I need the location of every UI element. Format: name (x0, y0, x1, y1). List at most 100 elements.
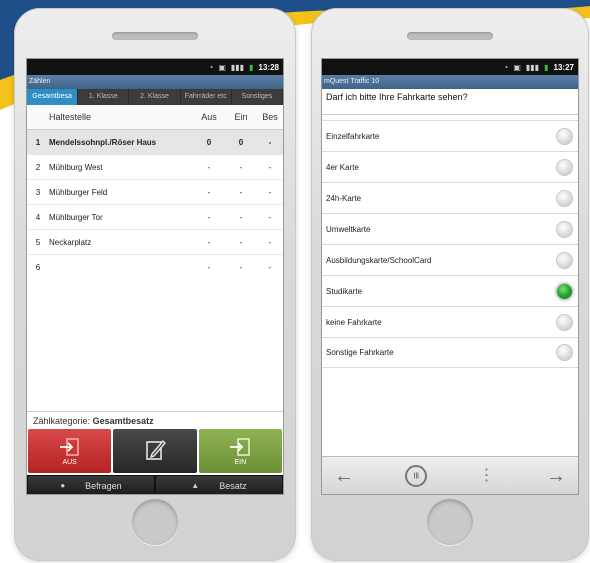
besatz-label: Besatz (219, 480, 247, 491)
option-label: Studikarte (326, 286, 363, 296)
aus-label: AUS (62, 458, 77, 466)
header-aus: Aus (201, 112, 217, 122)
screen-counting: ◔ ▣ ▮▮▮ ▮ 13:28 Zählen Gesamtbesa 1. Kla… (26, 58, 284, 495)
ein-label: EIN (234, 458, 247, 466)
sim-icon: ▣ (513, 62, 521, 72)
status-time: 13:27 (553, 62, 574, 72)
signal-icon: ▮▮▮ (525, 62, 540, 72)
table-row[interactable]: 6 - - - (27, 255, 283, 280)
option-studikarte[interactable]: Studikarte (322, 275, 578, 306)
wifi-icon: ◔ (503, 62, 509, 72)
stop-name: Mühlburger Feld (49, 187, 108, 197)
category-label: Zählkategorie: (33, 416, 91, 426)
count-category: Zählkategorie: Gesamtbesatz (27, 411, 283, 430)
back-arrow-icon[interactable]: ← (334, 466, 354, 486)
menu-dots-icon[interactable]: ⋮ (479, 467, 495, 484)
aus-button[interactable]: AUS (28, 429, 112, 473)
bes-value: - (268, 237, 272, 247)
home-button[interactable] (132, 499, 178, 545)
bes-value: - (268, 187, 272, 197)
option-label: 4er Karte (326, 162, 359, 172)
table-row[interactable]: 4 Mühlburger Tor - - - (27, 205, 283, 230)
radio-button[interactable] (557, 221, 572, 237)
home-button[interactable] (427, 499, 473, 545)
header-bes: Bes (262, 112, 278, 122)
speaker-grille (112, 32, 198, 40)
table-row[interactable]: 5 Neckarplatz - - - (27, 230, 283, 255)
option-sonstige-fahrkarte[interactable]: Sonstige Fahrkarte (322, 337, 578, 368)
bes-value: - (268, 263, 272, 272)
besatz-button[interactable]: ▲ Besatz (156, 476, 282, 494)
option-4er-karte[interactable]: 4er Karte (322, 151, 578, 182)
status-time: 13:28 (258, 62, 279, 72)
row-number: 4 (35, 212, 41, 222)
tab-gesamtbesatz[interactable]: Gesamtbesa (27, 89, 79, 105)
radio-button[interactable] (557, 190, 572, 206)
option-label: Ausbildungskarte/SchoolCard (326, 255, 432, 265)
option-ausbildungskarte[interactable]: Ausbildungskarte/SchoolCard (322, 244, 578, 275)
aus-value: - (207, 263, 211, 272)
tab-1-klasse[interactable]: 1. Klasse (78, 89, 130, 105)
ein-value: - (239, 263, 243, 272)
option-label: Einzelfahrkarte (326, 131, 380, 141)
aus-value: - (207, 237, 211, 247)
ein-value: - (239, 212, 243, 222)
ein-value: - (239, 187, 243, 197)
ein-value: - (239, 237, 243, 247)
row-number: 5 (35, 237, 41, 247)
option-umweltkarte[interactable]: Umweltkarte (322, 213, 578, 244)
stop-name: Mendelssohnpl./Röser Haus (49, 137, 157, 147)
row-number: 3 (35, 187, 41, 197)
row-number: 2 (35, 162, 41, 172)
option-label: keine Fahrkarte (326, 317, 382, 327)
befragen-button[interactable]: ● Befragen (28, 476, 154, 494)
category-value: Gesamtbesatz (92, 416, 154, 426)
edit-button[interactable] (113, 429, 197, 473)
status-bar: ◔ ▣ ▮▮▮ ▮ 13:28 (27, 59, 283, 75)
answer-options: Einzelfahrkarte 4er Karte 24h-Karte Umwe… (322, 120, 578, 368)
table-row[interactable]: 2 Mühlburg West - - - (27, 155, 283, 180)
bes-value: - (268, 212, 272, 222)
tab-sonstiges[interactable]: Sonstiges (232, 89, 283, 105)
phone-left: ◔ ▣ ▮▮▮ ▮ 13:28 Zählen Gesamtbesa 1. Kla… (14, 8, 296, 561)
ein-button[interactable]: EIN (198, 429, 282, 473)
stop-name: Mühlburger Tor (49, 212, 103, 222)
option-label: 24h-Karte (326, 193, 362, 203)
forward-arrow-icon[interactable]: → (546, 466, 566, 486)
option-24h-karte[interactable]: 24h-Karte (322, 182, 578, 213)
battery-icon: ▮ (544, 62, 549, 72)
battery-icon: ▮ (249, 62, 254, 72)
radio-button[interactable] (557, 314, 572, 330)
option-einzelfahrkarte[interactable]: Einzelfahrkarte (322, 120, 578, 151)
option-keine-fahrkarte[interactable]: keine Fahrkarte (322, 306, 578, 337)
row-number: 6 (35, 263, 41, 272)
table-header: Haltestelle Aus Ein Bes (27, 105, 283, 130)
status-bar: ◔ ▣ ▮▮▮ ▮ 13:27 (322, 59, 578, 75)
people-icon: ▲ (191, 481, 200, 490)
speech-bubble-icon: ● (60, 481, 66, 490)
keyboard-icon[interactable]: ||| (405, 464, 428, 487)
tab-bar: Gesamtbesa 1. Klasse 2. Klasse Fahrräder… (27, 89, 283, 105)
stop-name: Mühlburg West (49, 162, 103, 172)
edit-note-icon (146, 439, 166, 460)
ein-value: - (239, 162, 243, 172)
speaker-grille (407, 32, 493, 40)
wifi-icon: ◔ (208, 62, 214, 72)
app-title: mQuest Traffic 10 (322, 75, 578, 89)
radio-button[interactable] (557, 345, 572, 360)
row-number: 1 (35, 137, 41, 147)
table-row[interactable]: 3 Mühlburger Feld - - - (27, 180, 283, 205)
radio-button[interactable] (557, 252, 572, 268)
radio-button-selected[interactable] (557, 283, 572, 299)
header-ein: Ein (234, 112, 248, 122)
tab-2-klasse[interactable]: 2. Klasse (129, 89, 181, 105)
option-label: Umweltkarte (326, 224, 371, 234)
table-row[interactable]: 1 Mendelssohnpl./Röser Haus 0 0 - (27, 130, 283, 155)
app-title: Zählen (27, 75, 283, 89)
radio-button[interactable] (557, 128, 572, 144)
tab-fahrraeder[interactable]: Fahrräder etc (181, 89, 232, 105)
phone-right: ◔ ▣ ▮▮▮ ▮ 13:27 mQuest Traffic 10 Darf i… (311, 8, 589, 561)
screen-survey: ◔ ▣ ▮▮▮ ▮ 13:27 mQuest Traffic 10 Darf i… (321, 58, 579, 495)
survey-question: Darf ich bitte Ihre Fahrkarte sehen? (322, 89, 578, 115)
radio-button[interactable] (557, 159, 572, 175)
